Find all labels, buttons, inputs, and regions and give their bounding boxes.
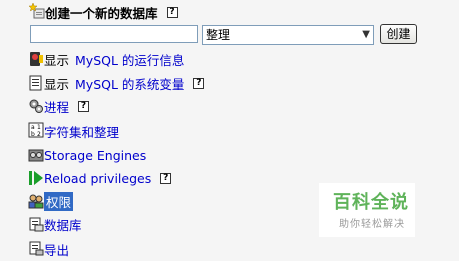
processes-link[interactable]: 进程 bbox=[44, 97, 69, 116]
svg-text:1: 1 bbox=[37, 124, 41, 131]
runtime-info-prefix: 显示 bbox=[44, 52, 70, 68]
storage-engines-link[interactable]: Storage Engines bbox=[44, 148, 146, 163]
charset-icon: a 1 b 2 bbox=[28, 122, 44, 138]
runtime-info-icon bbox=[30, 52, 43, 66]
databases-link[interactable]: 数据库 bbox=[44, 215, 82, 234]
help-icon[interactable]: ? bbox=[78, 100, 90, 112]
menu-item-export[interactable]: 导出 bbox=[44, 240, 69, 258]
storage-engines-icon bbox=[28, 149, 44, 162]
reload-privileges-link[interactable]: Reload privileges bbox=[44, 171, 151, 186]
menu-item-reload-privileges[interactable]: Reload privileges ? bbox=[44, 169, 172, 187]
help-icon[interactable]: ? bbox=[166, 6, 178, 18]
system-variables-link[interactable]: MySQL 的系统变量 bbox=[75, 74, 184, 93]
help-icon[interactable]: ? bbox=[193, 77, 205, 89]
menu-item-processes[interactable]: 进程 ? bbox=[44, 97, 90, 116]
privileges-link[interactable]: 权限 bbox=[44, 191, 74, 211]
watermark-logo: 百科全说 助你轻松解决 bbox=[319, 183, 415, 237]
reload-icon bbox=[29, 171, 43, 185]
create-button[interactable]: 创建 bbox=[380, 24, 417, 44]
system-variables-icon bbox=[29, 75, 42, 91]
svg-text:b: b bbox=[31, 131, 35, 138]
menu-item-storage-engines[interactable]: Storage Engines bbox=[44, 146, 146, 164]
privileges-users-icon bbox=[28, 194, 44, 209]
watermark-sub-text: 助你轻松解决 bbox=[339, 219, 405, 230]
menu-item-system-variables[interactable]: 显示 MySQL 的系统变量 ? bbox=[44, 74, 205, 93]
watermark-main-text: 百科全说 bbox=[333, 192, 409, 213]
svg-text:2: 2 bbox=[37, 131, 41, 138]
db-name-input[interactable] bbox=[30, 25, 198, 43]
processes-gear-icon bbox=[29, 99, 43, 113]
chevron-down-icon: ▼ bbox=[362, 29, 370, 40]
menu-item-databases[interactable]: 数据库 bbox=[44, 215, 82, 233]
menu-item-runtime-info[interactable]: 显示 MySQL 的运行信息 bbox=[44, 50, 184, 68]
charsets-link[interactable]: 字符集和整理 bbox=[44, 122, 119, 141]
collation-select[interactable]: 整理 ▼ bbox=[202, 25, 374, 45]
export-link[interactable]: 导出 bbox=[44, 240, 69, 259]
menu-item-privileges[interactable]: 权限 bbox=[44, 191, 74, 211]
export-icon bbox=[29, 241, 44, 256]
create-db-title: 创建一个新的数据库 bbox=[45, 5, 158, 21]
help-icon[interactable]: ? bbox=[160, 172, 172, 184]
collation-value: 整理 bbox=[206, 28, 231, 42]
svg-text:a: a bbox=[31, 124, 35, 131]
create-db-star-icon bbox=[29, 3, 45, 19]
databases-icon bbox=[29, 217, 44, 232]
runtime-info-link[interactable]: MySQL 的运行信息 bbox=[75, 50, 184, 69]
menu-item-charsets[interactable]: 字符集和整理 bbox=[44, 122, 119, 140]
system-variables-prefix: 显示 bbox=[44, 76, 70, 92]
